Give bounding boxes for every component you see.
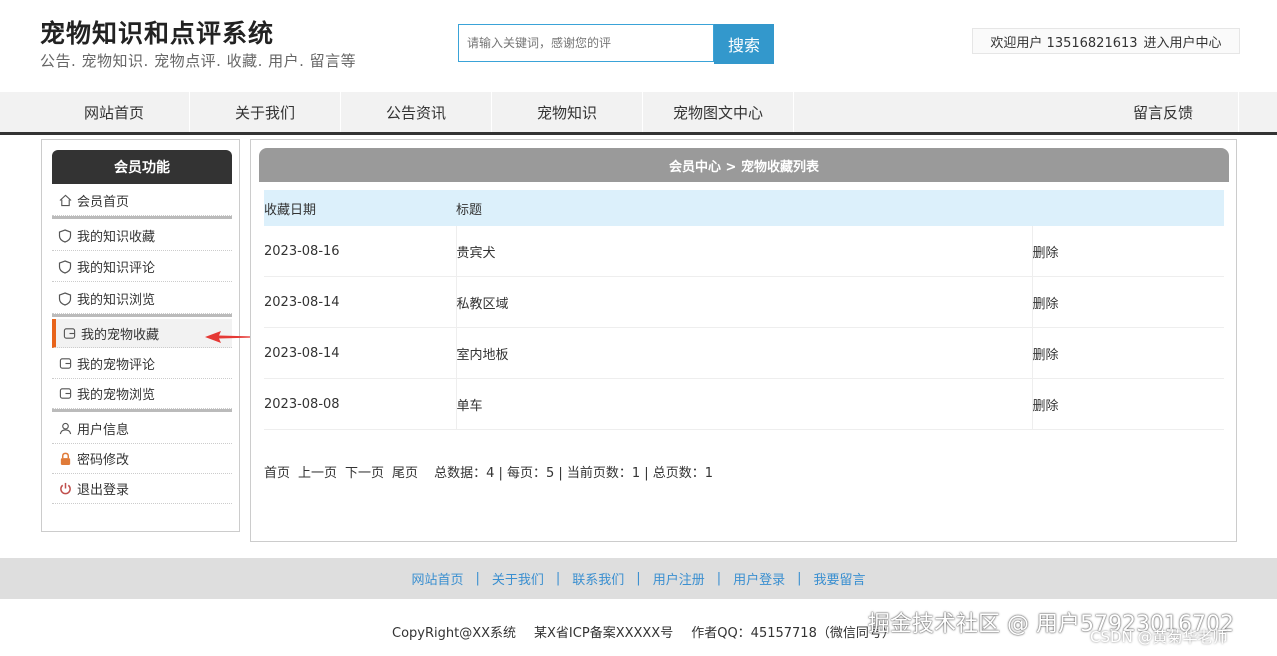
sidebar-divider bbox=[52, 409, 232, 412]
row-date: 2023-08-14 bbox=[264, 276, 456, 328]
site-subtitle: 公告. 宠物知识. 宠物点评. 收藏. 用户. 留言等 bbox=[40, 52, 357, 70]
sidebar-item-logout[interactable]: 退出登录 bbox=[52, 474, 232, 504]
nav-home[interactable]: 网站首页 bbox=[39, 92, 190, 132]
pager-summary: 总数据：4 | 每页：5 | 当前页数：1 | 总页数：1 bbox=[434, 466, 714, 481]
delete-link[interactable]: 删除 bbox=[1032, 226, 1224, 277]
table-row: 2023-08-16 贵宾犬 删除 bbox=[264, 226, 1224, 277]
card-icon bbox=[58, 357, 72, 371]
pager-prev[interactable]: 上一页 bbox=[298, 462, 337, 481]
footer-separator: | bbox=[716, 571, 722, 586]
nav-pet-knowledge[interactable]: 宠物知识 bbox=[492, 92, 643, 132]
nav-pet-gallery[interactable]: 宠物图文中心 bbox=[643, 92, 794, 132]
sidebar-item-label: 我的宠物浏览 bbox=[77, 388, 156, 403]
sidebar-item-label: 我的知识浏览 bbox=[77, 293, 156, 308]
home-icon bbox=[58, 194, 72, 208]
sidebar-item-label: 用户信息 bbox=[77, 423, 130, 438]
sidebar-title: 会员功能 bbox=[52, 150, 232, 184]
welcome-text: 欢迎用户 13516821613 bbox=[990, 35, 1138, 51]
footer-link-register[interactable]: 用户注册 bbox=[653, 569, 705, 588]
footer-separator: | bbox=[475, 571, 480, 586]
nav-feedback[interactable]: 留言反馈 bbox=[1088, 92, 1239, 132]
row-date: 2023-08-14 bbox=[264, 327, 456, 379]
footer-link-about[interactable]: 关于我们 bbox=[492, 569, 544, 588]
table-row: 2023-08-14 室内地板 删除 bbox=[264, 327, 1224, 379]
footer-link-message[interactable]: 我要留言 bbox=[814, 569, 866, 588]
sidebar-item-member-home[interactable]: 会员首页 bbox=[52, 186, 232, 216]
sidebar-item-change-password[interactable]: 密码修改 bbox=[52, 444, 232, 474]
sidebar-item-pet-comments[interactable]: 我的宠物评论 bbox=[52, 349, 232, 379]
icp-text: 某X省ICP备案XXXXX号 bbox=[534, 626, 674, 641]
sidebar-item-user-info[interactable]: 用户信息 bbox=[52, 414, 232, 444]
sidebar: 会员功能 会员首页 我的知识收藏 我的知识评论 我的知识浏览 我的宠物收藏 我的… bbox=[41, 139, 255, 532]
footer-separator: | bbox=[797, 571, 802, 586]
delete-link[interactable]: 删除 bbox=[1032, 378, 1224, 430]
power-icon bbox=[58, 482, 72, 496]
sidebar-item-knowledge-comments[interactable]: 我的知识评论 bbox=[52, 252, 232, 282]
shield-icon bbox=[58, 259, 72, 274]
search-button[interactable]: 搜索 bbox=[714, 24, 774, 64]
row-date: 2023-08-16 bbox=[264, 226, 456, 277]
row-title[interactable]: 私教区域 bbox=[455, 276, 1033, 328]
search-input[interactable] bbox=[459, 25, 713, 61]
pager-first[interactable]: 首页 bbox=[264, 462, 290, 481]
watermark-csdn: CSDN @黄菊华老师 bbox=[1090, 628, 1228, 646]
card-icon bbox=[58, 387, 72, 401]
nav-about[interactable]: 关于我们 bbox=[190, 92, 341, 132]
footer-nav: 网站首页 | 关于我们 | 联系我们 | 用户注册 | 用户登录 | 我要留言 bbox=[0, 558, 1277, 599]
table-row: 2023-08-08 单车 删除 bbox=[264, 378, 1224, 430]
sidebar-divider bbox=[52, 314, 232, 317]
column-header-action bbox=[1032, 190, 1224, 226]
sidebar-item-label: 我的知识评论 bbox=[77, 261, 156, 276]
table-row: 2023-08-14 私教区域 删除 bbox=[264, 276, 1224, 328]
row-title[interactable]: 单车 bbox=[455, 378, 1033, 430]
copyright-text: CopyRight@XX系统 bbox=[392, 626, 517, 641]
panel-heading: 会员中心 > 宠物收藏列表 bbox=[259, 148, 1229, 182]
table-header-row: 收藏日期 标题 bbox=[264, 190, 1224, 226]
column-header-date: 收藏日期 bbox=[264, 190, 456, 226]
pagination: 首页 上一页 下一页 尾页 总数据：4 | 每页：5 | 当前页数：1 | 总页… bbox=[264, 462, 713, 481]
delete-link[interactable]: 删除 bbox=[1032, 276, 1224, 328]
arrow-annotation-icon bbox=[205, 331, 255, 343]
footer-link-login[interactable]: 用户登录 bbox=[733, 569, 785, 588]
sidebar-item-label: 密码修改 bbox=[77, 453, 130, 468]
footer-link-contact[interactable]: 联系我们 bbox=[572, 569, 624, 588]
user-icon bbox=[58, 422, 72, 436]
card-icon bbox=[62, 326, 76, 340]
sidebar-item-label: 我的宠物评论 bbox=[77, 358, 156, 373]
user-box: 欢迎用户 13516821613 进入用户中心 bbox=[972, 28, 1240, 54]
author-text: 作者QQ：45157718（微信同号） bbox=[691, 626, 895, 641]
search-box bbox=[458, 24, 714, 62]
user-center-link[interactable]: 进入用户中心 bbox=[1144, 32, 1222, 51]
footer-link-home[interactable]: 网站首页 bbox=[411, 569, 463, 588]
copyright-bar: CopyRight@XX系统 某X省ICP备案XXXXX号 作者QQ：45157… bbox=[392, 622, 895, 641]
footer-separator: | bbox=[636, 571, 641, 586]
sidebar-item-pet-history[interactable]: 我的宠物浏览 bbox=[52, 379, 232, 409]
sidebar-item-label: 我的知识收藏 bbox=[77, 230, 156, 245]
main-nav: 网站首页 关于我们 公告资讯 宠物知识 宠物图文中心 留言反馈 bbox=[0, 92, 1277, 135]
lock-icon bbox=[58, 452, 72, 466]
shield-icon bbox=[58, 228, 72, 243]
row-title[interactable]: 室内地板 bbox=[455, 327, 1033, 379]
footer-separator: | bbox=[555, 571, 561, 586]
sidebar-item-label: 我的宠物收藏 bbox=[81, 327, 160, 343]
column-header-title: 标题 bbox=[456, 190, 1032, 226]
site-title: 宠物知识和点评系统 bbox=[40, 19, 275, 48]
pager-last[interactable]: 尾页 bbox=[392, 462, 418, 481]
pager-next[interactable]: 下一页 bbox=[345, 462, 384, 481]
row-title[interactable]: 贵宾犬 bbox=[455, 226, 1033, 277]
sidebar-item-knowledge-history[interactable]: 我的知识浏览 bbox=[52, 284, 232, 314]
nav-news[interactable]: 公告资讯 bbox=[341, 92, 492, 132]
sidebar-divider bbox=[52, 216, 232, 219]
delete-link[interactable]: 删除 bbox=[1032, 327, 1224, 379]
main-panel: 会员中心 > 宠物收藏列表 收藏日期 标题 2023-08-16 贵宾犬 删除 … bbox=[250, 139, 1237, 542]
favorites-table: 收藏日期 标题 2023-08-16 贵宾犬 删除 2023-08-14 私教区… bbox=[264, 190, 1224, 430]
shield-icon bbox=[58, 291, 72, 306]
sidebar-item-label: 退出登录 bbox=[77, 483, 130, 498]
sidebar-item-knowledge-favorites[interactable]: 我的知识收藏 bbox=[52, 221, 232, 251]
sidebar-item-label: 会员首页 bbox=[77, 195, 130, 210]
row-date: 2023-08-08 bbox=[264, 378, 456, 430]
